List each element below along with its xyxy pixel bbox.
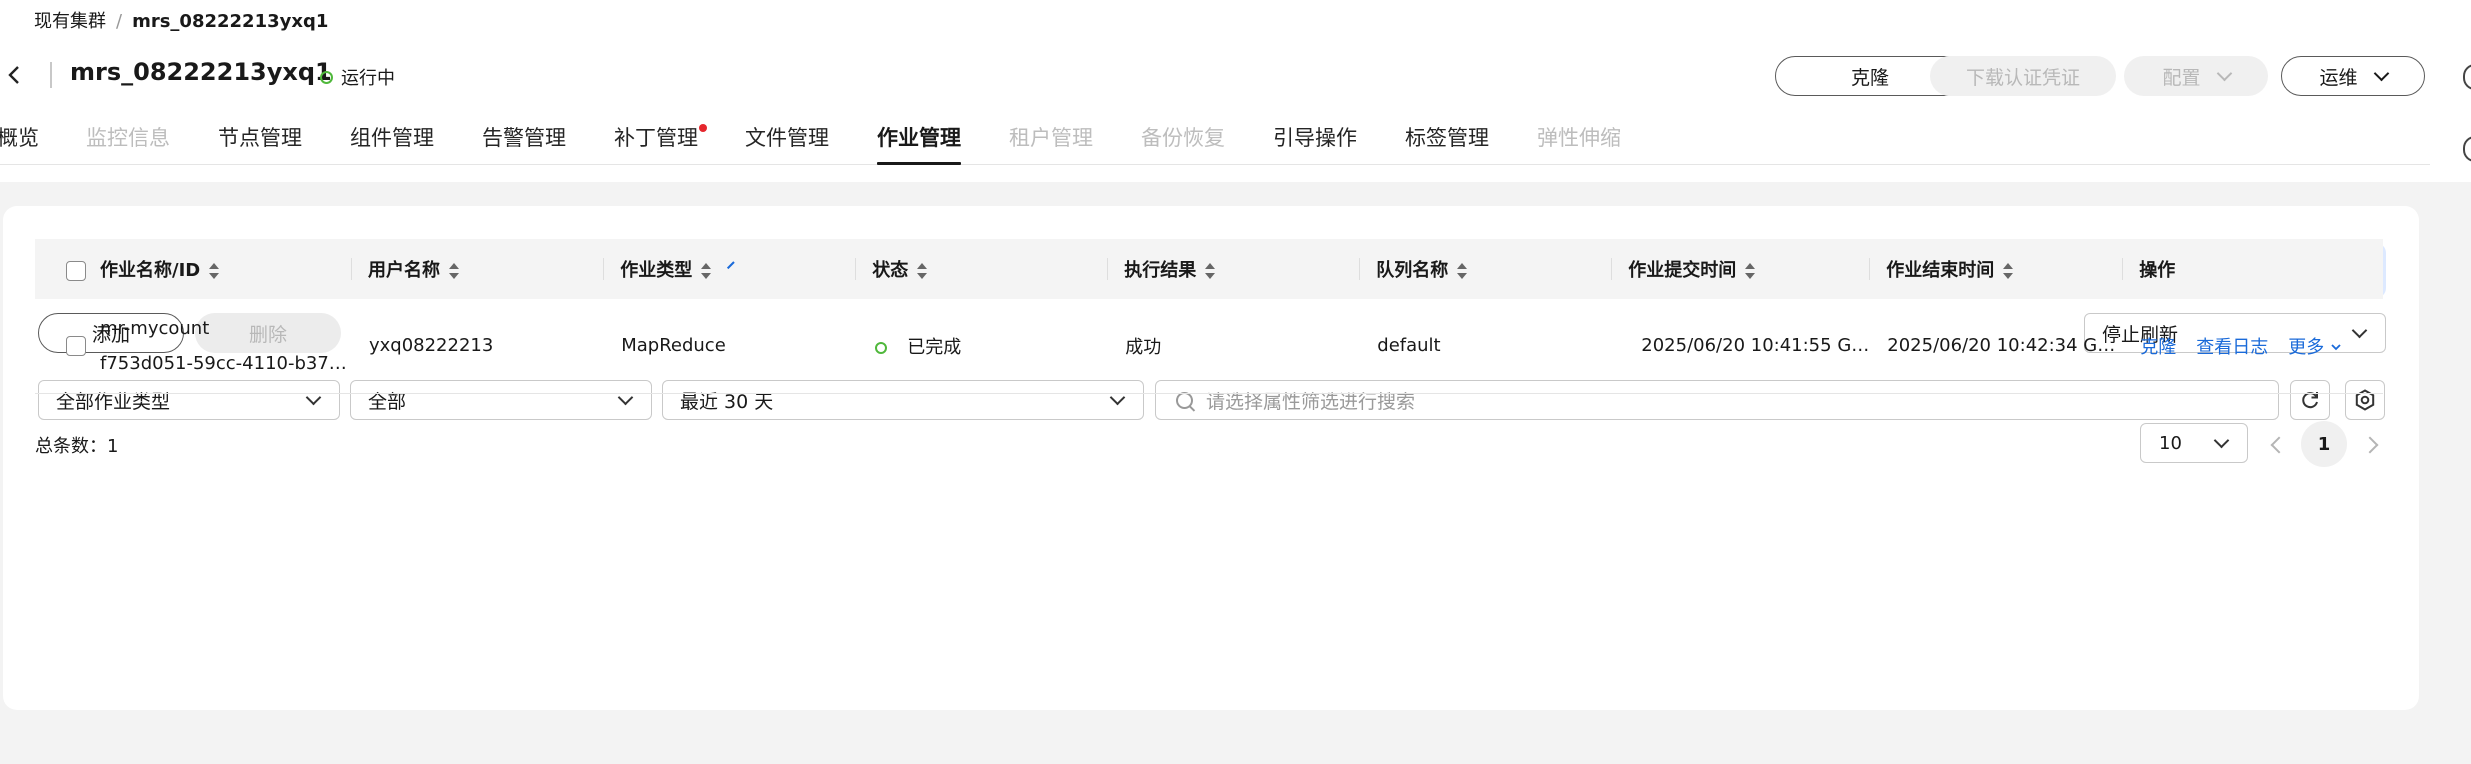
cluster-header: 现有集群 / mrs_08222213yxq1 mrs_08222213yxq1 运…	[0, 0, 2471, 182]
sort-icon[interactable]	[916, 263, 928, 279]
ops-dropdown-button[interactable]: 运维	[2281, 56, 2425, 96]
clone-button-label: 克隆	[1850, 66, 1889, 89]
sort-icon[interactable]	[1204, 263, 1216, 279]
status-dot-icon	[875, 341, 888, 354]
tab-bootstrap[interactable]: 引导操作	[1273, 122, 1357, 152]
sort-icon[interactable]	[1456, 263, 1468, 279]
config-dropdown-button[interactable]: 配置	[2124, 56, 2268, 96]
tab-tags[interactable]: 标签管理	[1405, 122, 1489, 152]
tab-backup[interactable]: 备份恢复	[1141, 122, 1225, 152]
tab-overview[interactable]: 概览	[0, 122, 39, 152]
sort-icon[interactable]	[700, 263, 712, 279]
status-dot-icon	[320, 70, 333, 84]
breadcrumb: 现有集群 / mrs_08222213yxq1	[34, 11, 329, 32]
sort-icon[interactable]	[2002, 263, 2014, 279]
edge-icon[interactable]	[2463, 64, 2471, 90]
tab-components[interactable]: 组件管理	[350, 122, 434, 152]
row-checkbox[interactable]	[66, 335, 86, 356]
job-status: 已完成	[907, 336, 962, 358]
col-header-type[interactable]: 作业类型	[603, 239, 855, 299]
jobs-table: 作业名称/ID 用户名称 作业类型 状态 执行结果 队列名称 作业提交时间 作业…	[35, 239, 2383, 394]
select-all-checkbox[interactable]	[66, 261, 86, 281]
clone-job-link[interactable]: 克隆	[2140, 337, 2176, 358]
col-header-result[interactable]: 执行结果	[1107, 239, 1359, 299]
col-header-status[interactable]: 状态	[855, 239, 1107, 299]
config-label: 配置	[2162, 66, 2201, 89]
chevron-down-icon	[2216, 65, 2232, 81]
total-count: 总条数：1	[35, 436, 119, 457]
more-ops-link[interactable]: 更多	[2288, 337, 2324, 358]
col-header-name[interactable]: 作业名称/ID	[35, 239, 351, 299]
sort-icon[interactable]	[208, 263, 220, 279]
page-size-select[interactable]: 10	[2140, 423, 2248, 463]
download-credential-label: 下载认证凭证	[1965, 66, 2080, 89]
page-size-value: 10	[2159, 432, 2182, 454]
tab-monitoring[interactable]: 监控信息	[86, 122, 170, 152]
tab-files[interactable]: 文件管理	[745, 122, 829, 152]
page-1[interactable]: 1	[2301, 421, 2347, 467]
chevron-down-icon	[2213, 432, 2230, 449]
table-header-row: 作业名称/ID 用户名称 作业类型 状态 执行结果 队列名称 作业提交时间 作业…	[35, 239, 2383, 299]
job-queue: default	[1377, 335, 1441, 357]
active-tab-underline	[877, 162, 961, 165]
tab-tenants[interactable]: 租户管理	[1009, 122, 1093, 152]
cluster-status: 运行中	[320, 64, 395, 90]
status-text: 运行中	[341, 68, 395, 89]
tab-patches[interactable]: 补丁管理	[614, 122, 707, 152]
job-user: yxq08222213	[368, 335, 494, 357]
chevron-down-icon[interactable]	[2330, 341, 2342, 353]
col-header-queue[interactable]: 队列名称	[1359, 239, 1611, 299]
sort-icon[interactable]	[1744, 263, 1756, 279]
col-header-user[interactable]: 用户名称	[350, 239, 603, 299]
title-divider	[50, 62, 52, 88]
job-name[interactable]: mr-mycount	[100, 318, 347, 339]
job-end-time: 2025/06/20 10:42:34 G…	[1887, 335, 2116, 357]
job-result: 成功	[1125, 336, 1162, 358]
job-type: MapReduce	[621, 335, 726, 357]
job-submit-time: 2025/06/20 10:41:55 G…	[1641, 335, 1870, 357]
col-header-ops: 操作	[2122, 239, 2383, 299]
cluster-tabs: 概览 监控信息 节点管理 组件管理 告警管理 补丁管理 文件管理 作业管理 租户…	[0, 118, 2430, 165]
tab-jobs[interactable]: 作业管理	[877, 122, 961, 165]
tab-nodes[interactable]: 节点管理	[218, 122, 302, 152]
view-log-link[interactable]: 查看日志	[2196, 337, 2268, 358]
new-badge-icon	[699, 124, 707, 132]
job-id: f753d051-59cc-4110-b37…	[100, 352, 347, 374]
breadcrumb-current: mrs_08222213yxq1	[132, 11, 329, 32]
col-header-end-time[interactable]: 作业结束时间	[1869, 239, 2122, 299]
cluster-name: mrs_08222213yxq1	[70, 58, 332, 86]
ops-label: 运维	[2319, 66, 2358, 89]
col-header-submit-time[interactable]: 作业提交时间	[1611, 239, 1869, 299]
search-icon	[1176, 391, 1193, 409]
tab-alarms[interactable]: 告警管理	[482, 122, 566, 152]
download-credential-button[interactable]: 下载认证凭证	[1930, 56, 2116, 96]
tab-autoscaling[interactable]: 弹性伸缩	[1537, 122, 1621, 152]
table-row: mr-mycount f753d051-59cc-4110-b37… yxq08…	[35, 299, 2383, 393]
back-arrow-icon[interactable]	[4, 60, 24, 90]
edge-icon[interactable]	[2463, 136, 2471, 162]
sort-icon[interactable]	[448, 263, 460, 279]
chevron-down-icon	[2373, 65, 2389, 81]
breadcrumb-parent[interactable]: 现有集群	[34, 11, 106, 32]
